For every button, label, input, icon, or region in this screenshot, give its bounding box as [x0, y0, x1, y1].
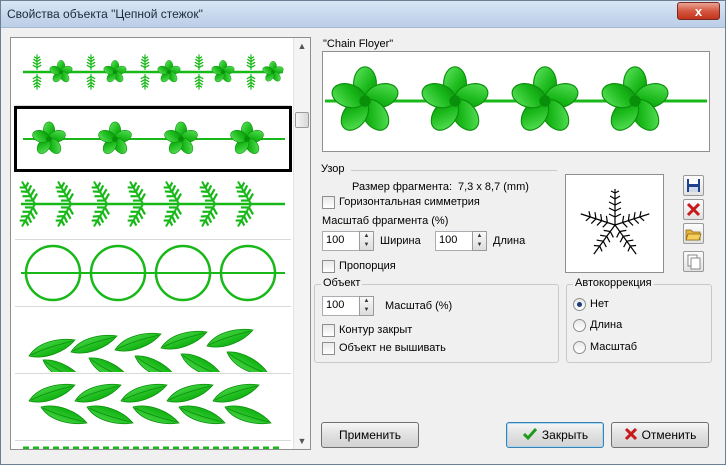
scroll-up-icon[interactable]: ▲: [294, 38, 310, 54]
autocorrection-length-label: Длина: [590, 319, 623, 331]
delete-fragment-button[interactable]: [683, 199, 704, 220]
ring-chain-thumbnail: [21, 244, 285, 302]
contour-closed-label: Контур закрыт: [339, 324, 413, 336]
window-title: Свойства объекта "Цепной стежок": [7, 7, 203, 21]
leaf-braid-thumbnail: [28, 328, 273, 385]
length-spinner[interactable]: ▲ ▼: [472, 231, 487, 251]
open-fragment-button[interactable]: [683, 223, 704, 244]
spin-down-icon[interactable]: ▼: [473, 241, 486, 250]
no-embroider-checkbox[interactable]: [322, 342, 335, 355]
fern-chain-thumbnail: [14, 176, 285, 232]
object-scale-label: Масштаб (%): [385, 300, 453, 312]
length-label: Длина: [493, 235, 526, 247]
autocorrection-none-radio[interactable]: [573, 298, 586, 311]
autocorrection-scale-label: Масштаб: [590, 341, 638, 353]
apply-button-label: Применить: [338, 428, 401, 442]
title-bar: Свойства объекта "Цепной стежок" x: [1, 1, 725, 28]
spin-up-icon[interactable]: ▲: [360, 297, 373, 306]
contour-closed-checkbox[interactable]: [322, 324, 335, 337]
gallery-item-flower-chain[interactable]: [14, 106, 292, 172]
leaf-flower-chain-thumbnail: [23, 53, 285, 91]
leaf-braid-2-thumbnail: [28, 383, 272, 425]
preview-flower-chain: [325, 65, 707, 137]
gallery-item-leaf-flower-chain[interactable]: [15, 40, 291, 106]
no-embroider-label: Объект не вышивать: [339, 342, 446, 354]
fragment-size-label: Размер фрагмента:: [352, 181, 453, 193]
checkmark-icon: [522, 428, 538, 441]
fragment-scale-label: Масштаб фрагмента (%): [322, 215, 449, 227]
h-symmetry-checkbox[interactable]: [322, 196, 335, 209]
ok-button-label: Закрыть: [541, 428, 589, 442]
apply-button[interactable]: Применить: [321, 422, 419, 448]
proportion-checkbox[interactable]: [322, 260, 335, 273]
gallery-list: [11, 38, 294, 449]
cancel-button[interactable]: Отменить: [611, 422, 709, 448]
spin-down-icon[interactable]: ▼: [360, 306, 373, 315]
gallery-item-dots[interactable]: [15, 442, 291, 449]
width-label: Ширина: [380, 235, 421, 247]
copy-fragment-button[interactable]: [683, 251, 704, 272]
floppy-disk-icon: [687, 179, 700, 192]
gallery-item-ring-chain[interactable]: [15, 241, 291, 307]
width-input[interactable]: 100: [322, 231, 360, 251]
red-x-icon: [624, 427, 637, 441]
copy-page-icon: [687, 254, 701, 270]
gallery-item-fern-chain[interactable]: [14, 174, 291, 240]
spin-up-icon[interactable]: ▲: [360, 232, 373, 241]
object-scale-spinner[interactable]: ▲ ▼: [359, 296, 374, 316]
autocorrection-group-label: Автокоррекция: [573, 277, 654, 289]
dialog-window: Свойства объекта "Цепной стежок" x ▲ ▼ "…: [0, 0, 726, 465]
gallery-item-leaf-braid-2[interactable]: [15, 375, 291, 441]
autocorrection-group: Автокоррекция: [566, 277, 712, 363]
scroll-down-icon[interactable]: ▼: [294, 433, 310, 449]
autocorrection-scale-radio[interactable]: [573, 341, 586, 354]
gallery-scrollbar[interactable]: ▲ ▼: [293, 38, 310, 449]
h-symmetry-label: Горизонтальная симметрия: [339, 196, 480, 208]
fragment-stitch-icon: [580, 189, 650, 255]
autocorrection-none-label: Нет: [590, 298, 609, 310]
save-fragment-button[interactable]: [683, 175, 704, 196]
spin-up-icon[interactable]: ▲: [473, 232, 486, 241]
length-input[interactable]: 100: [435, 231, 473, 251]
scroll-thumb[interactable]: [295, 112, 309, 128]
ok-button[interactable]: Закрыть: [506, 422, 604, 448]
pattern-divider: [351, 170, 557, 171]
width-spinner[interactable]: ▲ ▼: [359, 231, 374, 251]
folder-open-icon: [685, 229, 702, 241]
cancel-button-label: Отменить: [641, 428, 697, 442]
pattern-gallery[interactable]: ▲ ▼: [10, 37, 311, 450]
object-group-label: Объект: [321, 277, 363, 289]
close-icon: x: [694, 4, 703, 19]
preview-title: "Chain Floyer": [323, 38, 394, 50]
spin-down-icon[interactable]: ▼: [360, 241, 373, 250]
gallery-item-leaf-braid[interactable]: [15, 308, 291, 385]
red-x-icon: [686, 202, 701, 217]
autocorrection-length-radio[interactable]: [573, 319, 586, 332]
fragment-size-value: 7,3 x 8,7 (mm): [458, 181, 529, 193]
fragment-thumbnail: [565, 174, 664, 273]
proportion-label: Пропорция: [339, 260, 396, 272]
object-scale-input[interactable]: 100: [322, 296, 360, 316]
flower-chain-thumbnail: [23, 121, 285, 157]
close-button[interactable]: x: [677, 2, 720, 20]
dots-thumbnail: [23, 446, 283, 449]
pattern-section-label: Узор: [321, 163, 345, 175]
pattern-preview: [322, 51, 710, 152]
